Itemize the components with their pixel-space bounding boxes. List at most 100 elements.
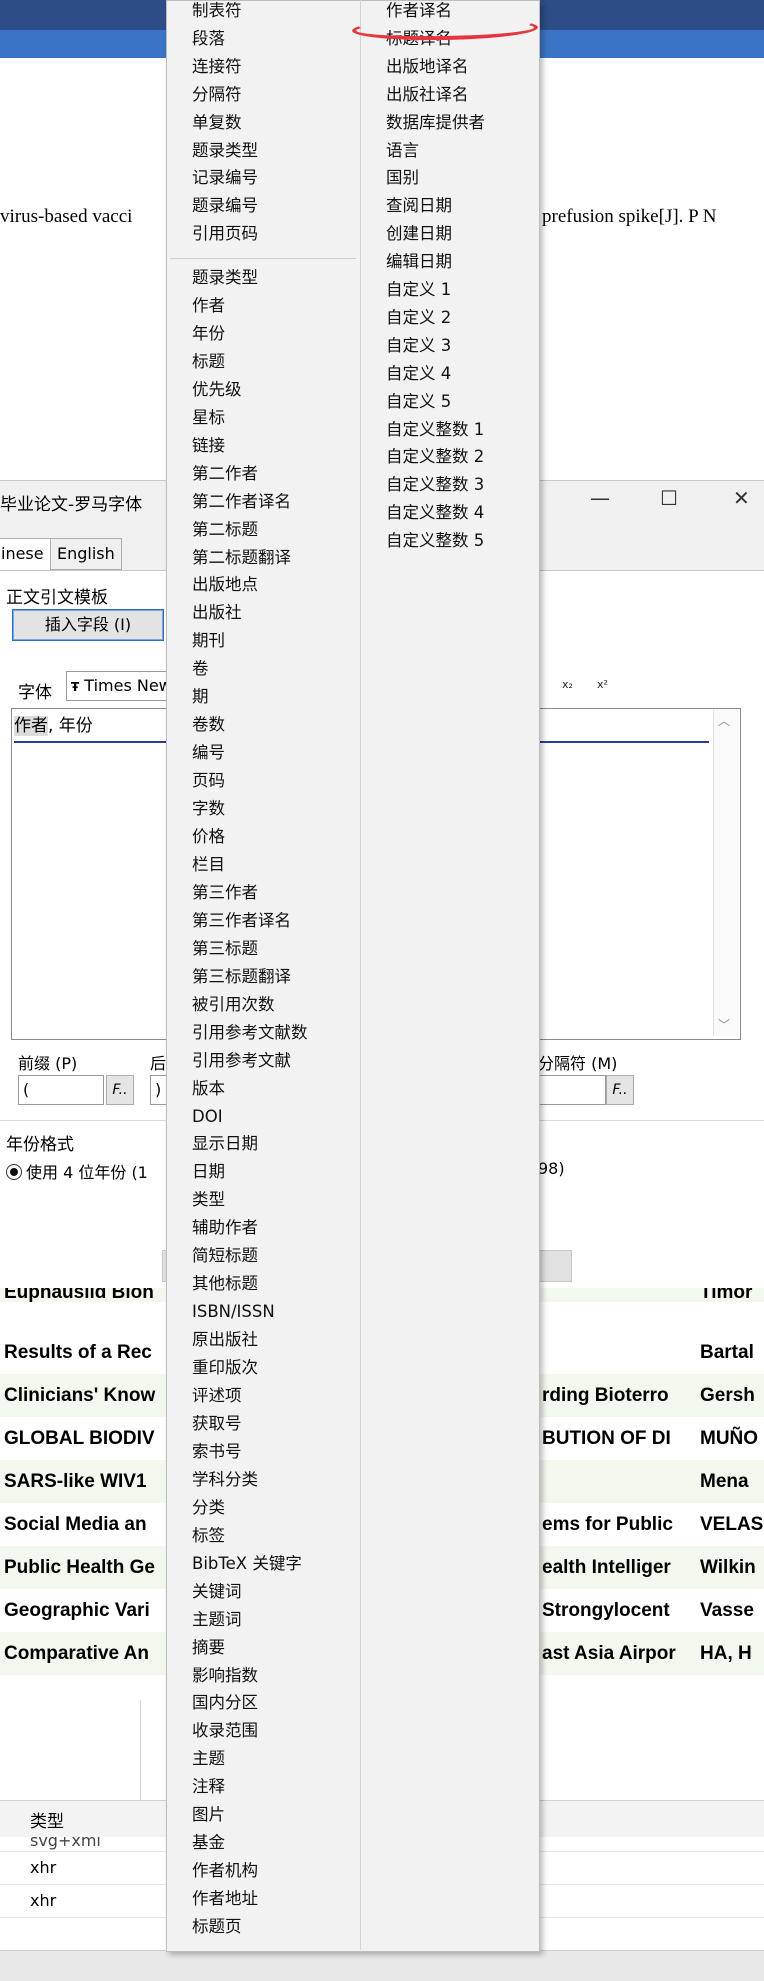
menu-item[interactable]: 第二标题翻译 [192,544,291,572]
menu-item[interactable]: 国内分区 [192,1689,258,1717]
menu-item[interactable]: DOI [192,1103,223,1131]
menu-item[interactable]: 自定义 1 [386,276,451,304]
menu-item[interactable]: 作者机构 [192,1857,258,1885]
menu-item[interactable]: 版本 [192,1075,225,1103]
menu-item[interactable]: 星标 [192,404,225,432]
menu-item[interactable]: 连接符 [192,53,242,81]
menu-item[interactable]: 出版社 [192,599,242,627]
menu-item[interactable]: 自定义整数 1 [386,416,484,444]
menu-item[interactable]: 编号 [192,739,225,767]
menu-item[interactable]: 单复数 [192,109,242,137]
menu-item[interactable]: 题录类型 [192,264,258,292]
menu-item[interactable]: 第二标题 [192,516,258,544]
menu-item[interactable]: 自定义 3 [386,332,451,360]
menu-item[interactable]: 页码 [192,767,225,795]
menu-item[interactable]: 栏目 [192,851,225,879]
menu-item[interactable]: 注释 [192,1773,225,1801]
menu-item[interactable]: 第三作者 [192,879,258,907]
menu-item[interactable]: 学科分类 [192,1466,258,1494]
menu-item[interactable]: 基金 [192,1829,225,1857]
menu-item[interactable]: 获取号 [192,1410,242,1438]
menu-item[interactable]: 自定义整数 5 [386,527,484,555]
menu-item[interactable]: 图片 [192,1801,225,1829]
radio-selected-icon[interactable] [6,1164,22,1180]
menu-item[interactable]: 原出版社 [192,1326,258,1354]
menu-item[interactable]: 题录编号 [192,192,258,220]
footer-button-right[interactable] [538,1250,572,1282]
menu-item[interactable]: 自定义整数 3 [386,471,484,499]
menu-item[interactable]: 标签 [192,1522,225,1550]
tab-chinese[interactable]: inese [0,538,51,570]
scroll-down-icon[interactable]: ﹀ [718,1016,730,1033]
menu-item[interactable]: 摘要 [192,1634,225,1662]
menu-item[interactable]: 其他标题 [192,1270,258,1298]
menu-item[interactable]: 制表符 [192,0,242,25]
menu-item[interactable]: 标题 [192,348,225,376]
menu-item[interactable]: ISBN/ISSN [192,1298,275,1326]
menu-item[interactable]: 重印版次 [192,1354,258,1382]
menu-item[interactable]: 评述项 [192,1382,242,1410]
menu-item[interactable]: 创建日期 [386,220,452,248]
prefix-f-button[interactable]: F.. [106,1075,134,1105]
superscript-button[interactable]: x² [597,678,608,691]
radio-4-digit-year[interactable]: 使用 4 位年份 (1 [6,1159,148,1183]
menu-item[interactable]: 出版社译名 [386,81,469,109]
insert-field-button[interactable]: 插入字段 (I) [12,609,164,641]
menu-item[interactable]: 题录类型 [192,137,258,165]
menu-item[interactable]: 作者 [192,292,225,320]
menu-item[interactable]: 日期 [192,1158,225,1186]
menu-item[interactable]: 关键词 [192,1578,242,1606]
menu-item[interactable]: 分类 [192,1494,225,1522]
menu-item[interactable]: 第二作者译名 [192,488,291,516]
menu-item[interactable]: 期刊 [192,627,225,655]
field-author[interactable]: 作者 [14,716,48,736]
menu-item[interactable]: 字数 [192,795,225,823]
menu-item[interactable]: 引用页码 [192,220,258,248]
separator-f-button[interactable]: F.. [606,1075,634,1105]
menu-item[interactable]: 标题页 [192,1913,242,1941]
menu-item[interactable]: 期 [192,683,209,711]
menu-item[interactable]: 第三标题 [192,935,258,963]
scroll-up-icon[interactable]: ︿ [718,712,730,729]
menu-item[interactable]: 优先级 [192,376,242,404]
editor-scrollbar[interactable]: ︿ ﹀ [713,710,738,1036]
menu-item[interactable]: 引用参考文献 [192,1047,291,1075]
menu-item[interactable]: 记录编号 [192,164,258,192]
menu-item[interactable]: 卷 [192,655,209,683]
menu-item[interactable]: 链接 [192,432,225,460]
menu-item[interactable]: 语言 [386,137,419,165]
minimize-button[interactable]: — [590,486,610,510]
menu-item[interactable]: 出版地译名 [386,53,469,81]
separator-input[interactable] [538,1075,606,1105]
menu-item[interactable]: 第三作者译名 [192,907,291,935]
menu-item[interactable]: 主题 [192,1745,225,1773]
menu-item[interactable]: 年份 [192,320,225,348]
menu-item[interactable]: 自定义 5 [386,388,451,416]
menu-item[interactable]: 显示日期 [192,1130,258,1158]
type-column-header[interactable]: 类型 [30,1807,64,1832]
menu-item[interactable]: 第三标题翻译 [192,963,291,991]
menu-item[interactable]: 分隔符 [192,81,242,109]
menu-item[interactable]: 辅助作者 [192,1214,258,1242]
menu-item[interactable]: 卷数 [192,711,225,739]
menu-item[interactable]: 出版地点 [192,571,258,599]
menu-item[interactable]: 价格 [192,823,225,851]
menu-item[interactable]: 编辑日期 [386,248,452,276]
menu-item[interactable]: 简短标题 [192,1242,258,1270]
menu-item[interactable]: 类型 [192,1186,225,1214]
menu-item[interactable]: 国别 [386,164,419,192]
menu-item[interactable]: 引用参考文献数 [192,1019,308,1047]
menu-item[interactable]: 收录范围 [192,1717,258,1745]
menu-item[interactable]: 段落 [192,25,225,53]
close-button[interactable]: ✕ [733,486,750,510]
menu-item[interactable]: 自定义 2 [386,304,451,332]
menu-item[interactable]: 查阅日期 [386,192,452,220]
menu-item[interactable]: 被引用次数 [192,991,275,1019]
menu-item[interactable]: 索书号 [192,1438,242,1466]
maximize-button[interactable]: ☐ [660,486,678,510]
menu-item[interactable]: 影响指数 [192,1662,258,1690]
prefix-input[interactable]: ( [18,1075,104,1105]
menu-item[interactable]: 主题词 [192,1606,242,1634]
menu-item[interactable]: BibTeX 关键字 [192,1550,302,1578]
subscript-button[interactable]: x₂ [562,678,573,691]
